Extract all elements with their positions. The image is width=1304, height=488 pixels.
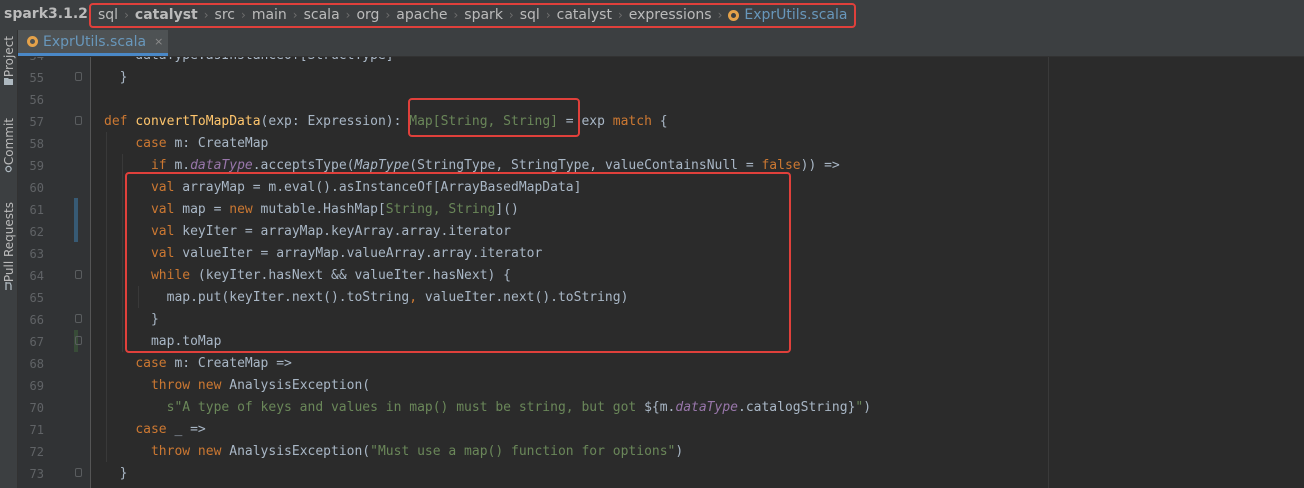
breadcrumb-file-label: ExprUtils.scala <box>744 7 848 23</box>
code-text: map.toMap <box>104 334 222 349</box>
code-line: 66 } <box>0 309 1304 331</box>
breadcrumb-item[interactable]: main <box>246 7 293 23</box>
breadcrumb-item[interactable]: src <box>209 7 241 23</box>
code-text: case m: CreateMap => <box>135 356 292 371</box>
code-text: val arrayMap = m.eval().asInstanceOf[Arr… <box>150 180 582 195</box>
code-text: } <box>104 466 128 481</box>
tab-exprutils-scala-active[interactable]: ExprUtils.scala × <box>18 30 168 56</box>
code-text: while (keyIter.hasNext && valueIter.hasN… <box>150 268 512 283</box>
code-line: 57 def convertToMapData(exp: Expression)… <box>0 111 1304 133</box>
breadcrumb: sql › catalyst › src › main › scala › org › ap… <box>92 4 847 26</box>
code-line: 65 map.put(keyIter.next().toString, valu… <box>0 287 1304 309</box>
code-line: 69 throw new AnalysisException( <box>0 375 1304 397</box>
breadcrumb-item[interactable]: org <box>350 7 385 23</box>
code-text: map.put(keyIter.next().toString, valueIt… <box>166 290 629 305</box>
line-number: 67 <box>29 335 44 349</box>
code-line: 58 case m: CreateMap <box>0 133 1304 155</box>
breadcrumb-item[interactable]: catalyst <box>129 7 204 23</box>
breadcrumb-item[interactable]: sql <box>92 7 124 23</box>
project-name[interactable]: spark3.1.2 <box>4 6 88 22</box>
code-text: val map = new mutable.HashMap[String, St… <box>150 202 519 217</box>
code-line: 72 throw new AnalysisException("Must use… <box>0 441 1304 463</box>
line-number: 71 <box>29 423 44 437</box>
line-number: 55 <box>29 71 44 85</box>
line-number: 72 <box>29 445 44 459</box>
line-number: 60 <box>29 181 44 195</box>
code-text: def convertToMapData(exp: Expression): M… <box>104 114 668 129</box>
line-number: 59 <box>29 159 44 173</box>
code-line: 61 val map = new mutable.HashMap[String,… <box>0 199 1304 221</box>
breadcrumb-item[interactable]: apache <box>390 7 453 23</box>
code-text: } <box>104 312 159 327</box>
code-line: 68 case m: CreateMap => <box>0 353 1304 375</box>
navigation-bar: spark3.1.2 sql › catalyst › src › main › sca… <box>0 0 1304 30</box>
line-number: 56 <box>29 93 44 107</box>
line-number: 64 <box>29 269 44 283</box>
code-text: val keyIter = arrayMap.keyArray.array.it… <box>150 224 511 239</box>
breadcrumb-item[interactable]: spark <box>458 7 509 23</box>
code-line: 70 s"A type of keys and values in map() … <box>0 397 1304 419</box>
code-line: 73 } <box>0 463 1304 485</box>
code-line: 67 map.toMap <box>0 331 1304 353</box>
line-number: 61 <box>29 203 44 217</box>
breadcrumb-item[interactable]: expressions <box>623 7 718 23</box>
code-line: 59 if m.dataType.acceptsType(MapType(Str… <box>0 155 1304 177</box>
code-text: s"A type of keys and values in map() mus… <box>166 400 872 415</box>
code-line: 64 while (keyIter.hasNext && valueIter.h… <box>0 265 1304 287</box>
line-number: 68 <box>29 357 44 371</box>
code-text: } <box>104 70 128 85</box>
code-text: throw new AnalysisException("Must use a … <box>150 444 684 459</box>
code-text: case m: CreateMap <box>135 136 269 151</box>
line-number: 66 <box>29 313 44 327</box>
line-number: 73 <box>29 467 44 481</box>
line-number: 70 <box>29 401 44 415</box>
line-number: 58 <box>29 137 44 151</box>
code-line: 56 <box>0 89 1304 111</box>
breadcrumb-item[interactable]: scala <box>298 7 346 23</box>
code-text: val valueIter = arrayMap.valueArray.arra… <box>150 246 543 261</box>
tab-label: ExprUtils.scala <box>43 33 147 50</box>
code-line: 63 val valueIter = arrayMap.valueArray.a… <box>0 243 1304 265</box>
line-number: 69 <box>29 379 44 393</box>
code-line: 62 val keyIter = arrayMap.keyArray.array… <box>0 221 1304 243</box>
line-number: 57 <box>29 115 44 129</box>
code-line: 71 case _ => <box>0 419 1304 441</box>
code-line: 60 val arrayMap = m.eval().asInstanceOf[… <box>0 177 1304 199</box>
breadcrumb-item[interactable]: sql <box>514 7 546 23</box>
breadcrumb-item[interactable]: catalyst <box>551 7 618 23</box>
code-text: case _ => <box>135 422 206 437</box>
line-number: 65 <box>29 291 44 305</box>
code-text: throw new AnalysisException( <box>150 378 371 393</box>
breadcrumb-file[interactable]: ExprUtils.scala <box>722 7 847 23</box>
editor-tab-bar-overlay: ExprUtils.scala × <box>18 30 1304 57</box>
close-icon[interactable]: × <box>154 35 163 48</box>
scala-file-icon <box>728 9 740 21</box>
line-number: 63 <box>29 247 44 261</box>
scala-file-icon <box>27 36 38 47</box>
line-number: 62 <box>29 225 44 239</box>
code-text: if m.dataType.acceptsType(MapType(String… <box>150 158 840 173</box>
code-line: 55 } <box>0 67 1304 89</box>
